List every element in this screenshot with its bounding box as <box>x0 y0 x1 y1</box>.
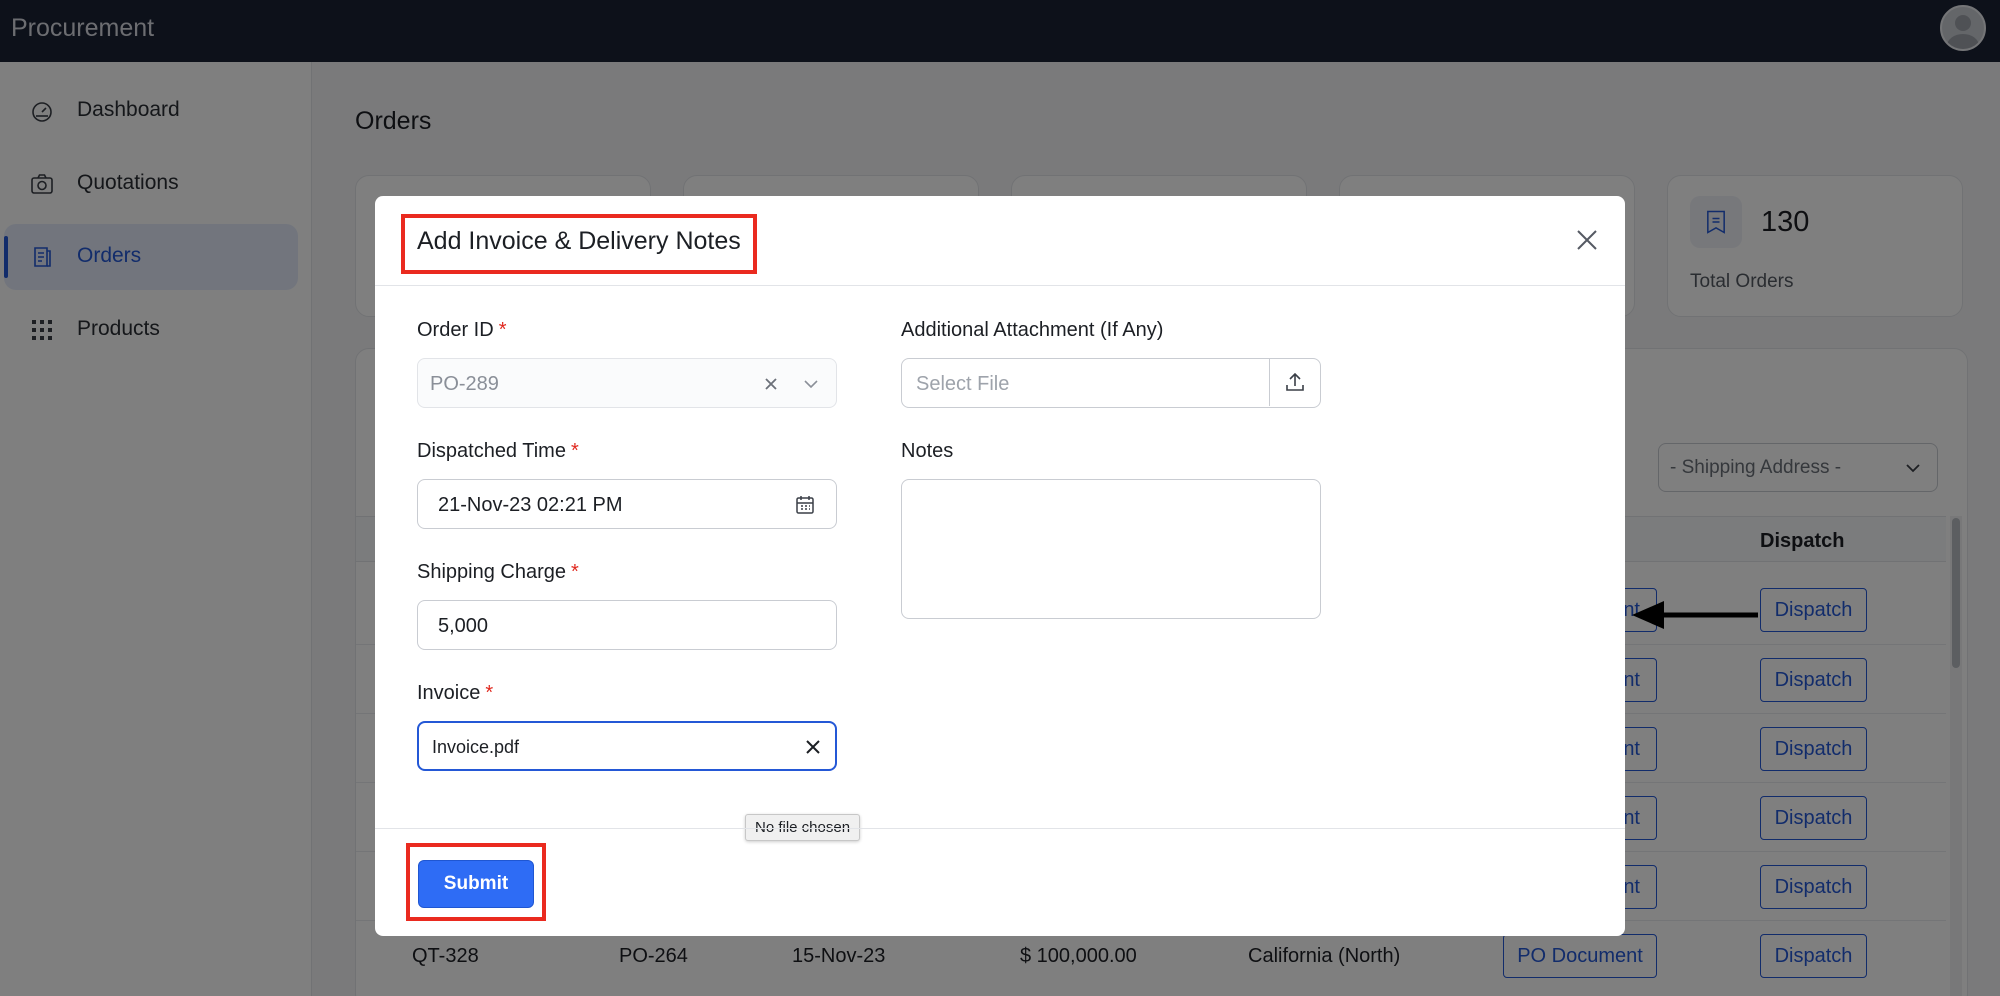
modal-header: Add Invoice & Delivery Notes <box>375 196 1625 286</box>
required-marker: * <box>485 682 494 704</box>
attachment-file-input[interactable]: Select File <box>901 358 1321 408</box>
upload-button[interactable] <box>1269 359 1320 406</box>
highlight-box <box>401 214 757 274</box>
attachment-placeholder: Select File <box>916 373 1010 395</box>
highlight-box <box>406 843 546 921</box>
invoice-file-input[interactable]: Invoice.pdf <box>417 721 837 771</box>
order-id-select[interactable]: PO-289 <box>417 358 837 408</box>
required-marker: * <box>570 440 579 462</box>
required-marker: * <box>498 319 507 341</box>
required-marker: * <box>571 561 579 583</box>
dispatched-time-value: 21-Nov-23 02:21 PM <box>438 494 623 516</box>
dispatched-time-label: Dispatched Time * <box>417 440 579 463</box>
order-id-label: Order ID * <box>417 319 506 342</box>
chevron-down-icon[interactable] <box>800 373 822 395</box>
label-text: Invoice <box>417 682 481 704</box>
dispatched-time-input[interactable]: 21-Nov-23 02:21 PM <box>417 479 837 529</box>
shipping-charge-input[interactable]: 5,000 <box>417 600 837 650</box>
shipping-charge-label: Shipping Charge * <box>417 561 579 584</box>
add-invoice-modal: Add Invoice & Delivery Notes Order ID * P… <box>375 196 1625 936</box>
upload-icon <box>1286 372 1304 391</box>
order-id-value: PO-289 <box>430 373 499 395</box>
invoice-file-name: Invoice.pdf <box>432 737 520 757</box>
shipping-charge-value: 5,000 <box>438 615 489 637</box>
annotation-arrow-icon <box>1632 601 1758 629</box>
calendar-icon[interactable] <box>794 494 816 516</box>
attachment-label: Additional Attachment (If Any) <box>901 319 1164 341</box>
notes-textarea[interactable] <box>901 479 1321 619</box>
clear-icon[interactable] <box>762 375 780 393</box>
modal-footer-divider <box>375 828 1625 829</box>
close-icon[interactable] <box>803 737 823 757</box>
notes-label: Notes <box>901 440 954 462</box>
close-icon[interactable] <box>1573 226 1601 254</box>
label-text: Shipping Charge <box>417 561 566 583</box>
label-text: Dispatched Time <box>417 440 566 462</box>
invoice-label: Invoice * <box>417 682 493 705</box>
label-text: Order ID <box>417 319 494 341</box>
